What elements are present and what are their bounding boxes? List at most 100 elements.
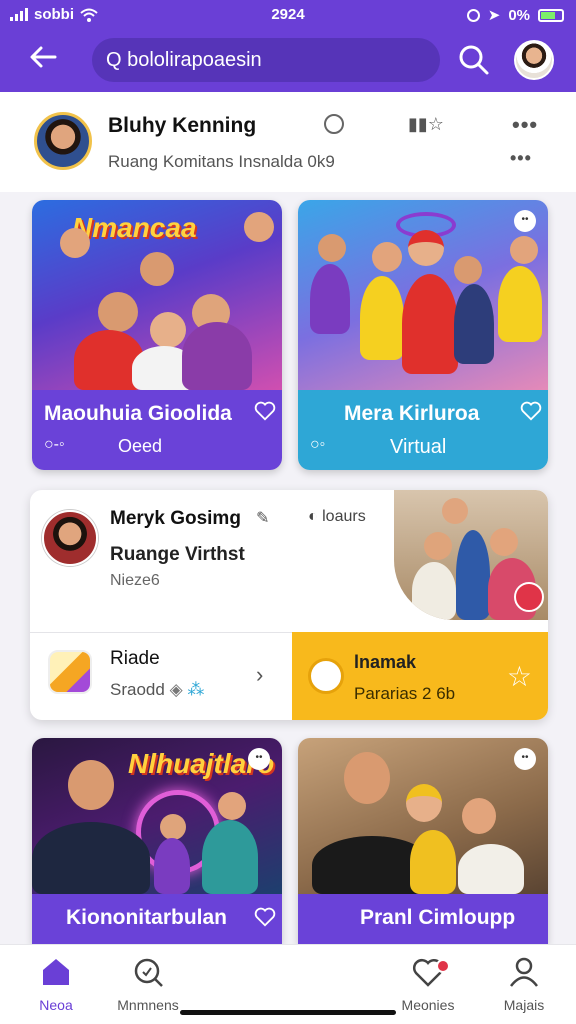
card-caption-band: Maouhuia Gioolida ○-◦ Oeed xyxy=(32,390,282,470)
heart-icon[interactable] xyxy=(520,400,542,422)
person-figure xyxy=(442,498,468,524)
card-image: •• xyxy=(298,738,548,894)
person-figure xyxy=(218,792,246,820)
nav-label: Meonies xyxy=(401,997,455,1013)
nav-home[interactable]: Neoa xyxy=(6,955,106,1013)
person-figure xyxy=(412,562,456,620)
person-figure xyxy=(150,312,186,348)
app-sub-label: Sraodd ◈ ⁂ xyxy=(110,680,204,700)
featured-card[interactable]: Meryk Gosimg ✎ ◐ loaurs Ruange Virthst N… xyxy=(30,490,548,720)
more-options-icon[interactable]: ••• xyxy=(512,112,538,138)
card-title: Maouhuia Gioolida xyxy=(44,402,232,425)
back-button[interactable] xyxy=(26,40,60,74)
search-button[interactable] xyxy=(456,42,492,78)
person-figure xyxy=(454,256,482,284)
more-options-icon[interactable]: •• xyxy=(248,748,270,770)
search-field[interactable]: Q bololirapoaesin xyxy=(92,38,440,82)
nav-search[interactable]: Mnmnens xyxy=(98,955,198,1013)
person-figure xyxy=(510,236,538,264)
card-caption-band: Kiononitarbulan xyxy=(32,894,282,944)
card-image: •• xyxy=(298,200,548,390)
person-figure xyxy=(182,322,252,390)
info-icon[interactable] xyxy=(324,114,344,134)
status-bar: sobbi 2924 ➤ 0% xyxy=(0,0,576,30)
star-icon[interactable]: ☆ xyxy=(507,660,532,693)
nav-favorites[interactable]: Meonies xyxy=(378,955,478,1013)
person-figure xyxy=(456,530,490,620)
person-figure xyxy=(154,838,190,894)
person-figure xyxy=(160,814,186,840)
person-figure xyxy=(344,752,390,804)
person-figure xyxy=(60,228,90,258)
card-subtitle: Virtual xyxy=(390,436,447,458)
user-avatar[interactable] xyxy=(514,40,554,80)
profile-subtitle: Ruang Komitans Insnalda 0k9 xyxy=(108,152,335,171)
home-icon xyxy=(43,959,69,985)
profile-row[interactable]: Bluhy Kenning Ruang Komitans Insnalda 0k… xyxy=(0,92,576,192)
nav-profile[interactable]: Majais xyxy=(474,955,574,1013)
info-icon: ◐ xyxy=(308,508,323,525)
person-figure xyxy=(462,798,496,834)
card-caption-band: Pranl Cimloupp xyxy=(298,894,548,944)
heart-icon[interactable] xyxy=(254,906,276,928)
person-figure xyxy=(490,528,518,556)
person-figure xyxy=(406,784,442,822)
promo-subtitle: Pararias 2 6b xyxy=(354,684,456,703)
card-caption-band: Mera Kirluroa ○◦ Virtual xyxy=(298,390,548,470)
promo-icon xyxy=(308,658,344,694)
arrow-left-icon xyxy=(30,46,57,68)
person-figure xyxy=(310,264,350,334)
chevron-right-icon[interactable]: › xyxy=(256,662,263,688)
person-figure xyxy=(408,230,444,266)
content-card[interactable]: Nmancaa Maouhuia Gioolida ○-◦ Oeed xyxy=(32,200,282,470)
person-figure xyxy=(140,252,174,286)
person-figure xyxy=(498,266,542,342)
heart-badge-icon[interactable] xyxy=(514,582,544,612)
notification-badge xyxy=(436,959,450,973)
profile-avatar[interactable] xyxy=(34,112,92,170)
person-figure xyxy=(32,822,150,894)
shield-icon: ◈ xyxy=(169,680,183,699)
search-icon xyxy=(134,958,163,987)
promo-panel[interactable]: lnamak Pararias 2 6b ☆ xyxy=(292,632,548,720)
link-icon: ○◦ xyxy=(310,436,326,453)
battery-percent: 0% xyxy=(508,6,530,24)
more-options-icon[interactable]: •• xyxy=(514,210,536,232)
person-figure xyxy=(360,276,404,360)
card-title: Kiononitarbulan xyxy=(66,906,227,929)
card-overlay-title: Nmancaa xyxy=(72,212,197,243)
more-options-icon[interactable]: ••• xyxy=(510,148,532,169)
person-figure xyxy=(372,242,402,272)
content-card[interactable]: •• Mera Kirluroa ○◦ Virtual xyxy=(298,200,548,470)
app-icon xyxy=(48,650,92,694)
battery-icon xyxy=(538,8,564,22)
content-card[interactable]: •• Pranl Cimloupp xyxy=(298,738,548,944)
nav-label: Majais xyxy=(503,997,545,1013)
top-app-bar: sobbi 2924 ➤ 0% Q bololirapoaesin xyxy=(0,0,576,92)
person-figure xyxy=(68,760,114,810)
featured-subtitle: Ruange Virthst xyxy=(110,544,245,565)
search-field-text: Q bololirapoaesin xyxy=(106,48,262,71)
featured-meta-text: loaurs xyxy=(322,508,366,525)
thumb-icon[interactable]: ✎ xyxy=(256,508,269,528)
alarm-icon xyxy=(466,8,480,22)
link-icon: ○-◦ xyxy=(44,436,65,453)
person-figure xyxy=(202,820,258,894)
nav-label: Neoa xyxy=(39,997,73,1013)
person-figure xyxy=(458,844,524,894)
heart-icon[interactable] xyxy=(254,400,276,422)
card-subtitle: Oeed xyxy=(118,436,163,456)
location-icon: ➤ xyxy=(487,7,501,24)
more-options-icon[interactable]: •• xyxy=(514,748,536,770)
content-card[interactable]: Nlhuajtlaro •• Kiononitarbulan xyxy=(32,738,282,944)
stats-star-icon[interactable]: ▮▮☆ xyxy=(408,114,444,135)
person-figure xyxy=(402,274,458,374)
home-indicator xyxy=(180,1010,396,1015)
featured-meta: ◐ loaurs xyxy=(308,508,366,526)
card-title: Pranl Cimloupp xyxy=(360,906,516,929)
share-icon: ⁂ xyxy=(187,680,205,699)
person-figure xyxy=(410,830,456,894)
card-title: Mera Kirluroa xyxy=(344,402,480,425)
promo-title: lnamak xyxy=(354,652,417,672)
person-figure xyxy=(244,212,274,242)
